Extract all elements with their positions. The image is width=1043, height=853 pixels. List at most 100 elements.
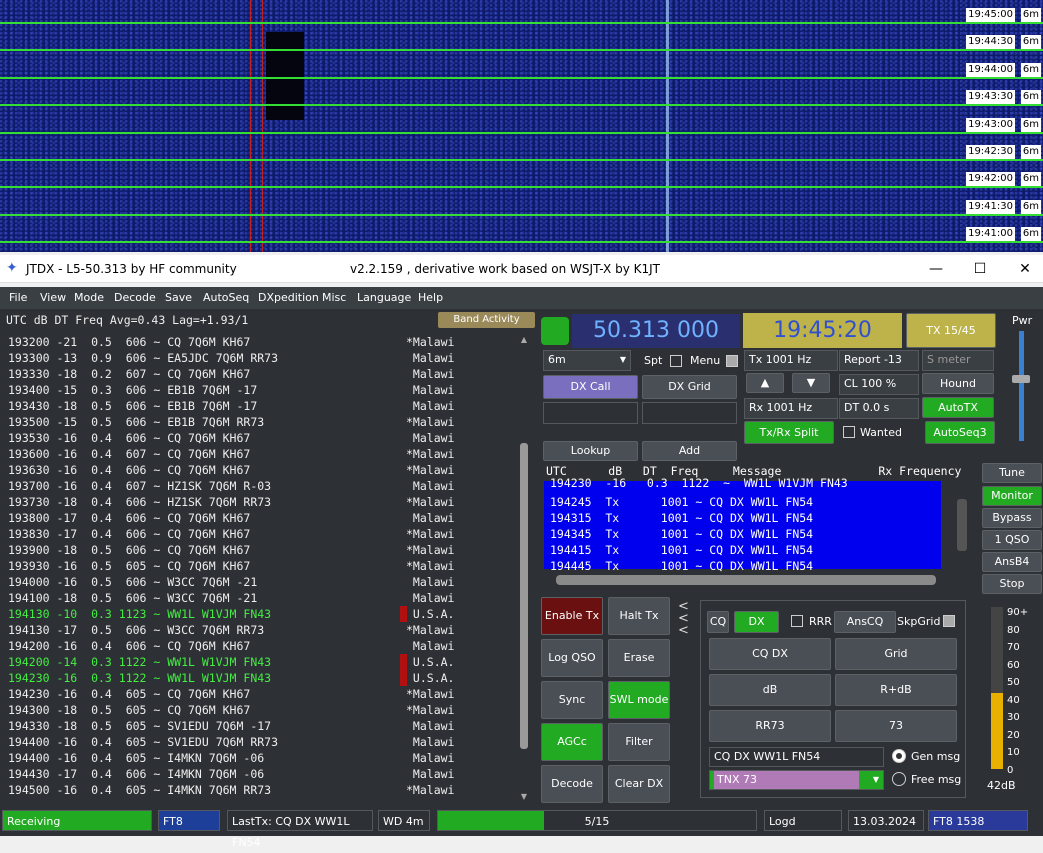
decode-row[interactable]: 194500 -16 0.4 605 ~ I4MKN 7Q6M RR73 *Mal… (8, 782, 518, 798)
decode-row[interactable]: 194430 -17 0.4 606 ~ I4MKN 7Q6M -06 Mala… (8, 766, 518, 782)
cl-spinbox[interactable]: CL 100 % (839, 374, 919, 395)
rdb-button[interactable]: R+dB (835, 674, 957, 706)
skpgrid-checkbox[interactable] (943, 615, 955, 627)
decode-row[interactable]: 194130 -17 0.5 606 ~ W3CC 7Q6M RR73 *Mala… (8, 622, 518, 638)
decode-row[interactable]: 194200 -14 0.3 1122 ~ WW1L W1VJM FN43 U.… (8, 654, 518, 670)
dx-call-button[interactable]: DX Call (543, 375, 638, 399)
filter-button[interactable]: Filter (608, 723, 670, 761)
dx-grid-input[interactable] (642, 402, 737, 424)
decode-row[interactable]: 193430 -18 0.5 606 ~ EB1B 7Q6M -17 Malaw… (8, 398, 518, 414)
autoseq-button[interactable]: AutoSeq3 (925, 421, 995, 444)
decode-row[interactable]: 193930 -16 0.5 605 ~ CQ 7Q6M KH67 *Malawi (8, 558, 518, 574)
menu-view[interactable]: View (40, 291, 66, 304)
decode-row[interactable]: 193830 -17 0.4 606 ~ CQ 7Q6M KH67 *Malawi (8, 526, 518, 542)
enable-tx-button[interactable]: Enable Tx (541, 597, 603, 635)
ansb4-button[interactable]: AnsB4 (982, 552, 1042, 572)
decode-row[interactable]: 193500 -15 0.5 606 ~ EB1B 7Q6M RR73 *Mala… (8, 414, 518, 430)
down-button[interactable]: ▼ (792, 373, 830, 393)
menu-dxpedition[interactable]: DXpedition (258, 291, 319, 304)
frequency-display[interactable]: 50.313 000 (572, 314, 740, 348)
sync-button[interactable]: Sync (541, 681, 603, 719)
decode-row[interactable]: 194100 -18 0.5 606 ~ W3CC 7Q6M -21 Malaw… (8, 590, 518, 606)
menu-autoseq[interactable]: AutoSeq (203, 291, 249, 304)
wanted-checkbox[interactable] (843, 426, 855, 438)
menu-decode[interactable]: Decode (114, 291, 156, 304)
pwr-slider-track[interactable] (1019, 331, 1024, 441)
menu-misc[interactable]: Misc (322, 291, 346, 304)
smeter-field[interactable]: S meter (922, 350, 994, 371)
scrollbar-thumb[interactable] (520, 443, 528, 749)
decode-row[interactable]: 194400 -16 0.4 605 ~ SV1EDU 7Q6M RR73 Ma… (8, 734, 518, 750)
arrows-icon[interactable]: < < < (678, 600, 689, 637)
menu-language[interactable]: Language (357, 291, 411, 304)
log-qso-button[interactable]: Log QSO (541, 639, 603, 677)
lookup-button[interactable]: Lookup (543, 441, 638, 461)
free-msg-select[interactable]: TNX 73 ▼ (709, 770, 884, 790)
monitor-button[interactable]: Monitor (982, 486, 1042, 506)
decode-row[interactable]: 193700 -16 0.4 607 ~ HZ1SK 7Q6M R-03 Mal… (8, 478, 518, 494)
rx-list-hscrollbar[interactable] (556, 575, 936, 585)
decode-row[interactable]: 193400 -15 0.3 606 ~ EB1B 7Q6M -17 Malaw… (8, 382, 518, 398)
cq-button[interactable]: CQ (707, 611, 729, 633)
rx-frequency-list[interactable]: 194230 -16 0.3 1122 ~ WW1L W1VJM FN43 19… (544, 476, 941, 573)
up-button[interactable]: ▲ (746, 373, 784, 393)
rx-freq-spinbox[interactable]: Rx 1001 Hz (744, 398, 838, 419)
decode-row[interactable]: 193600 -16 0.4 607 ~ CQ 7Q6M KH67 *Malawi (8, 446, 518, 462)
tx-period-button[interactable]: TX 15/45 (906, 313, 996, 348)
erase-button[interactable]: Erase (608, 639, 670, 677)
decode-row[interactable]: 194330 -18 0.5 605 ~ SV1EDU 7Q6M -17 Mal… (8, 718, 518, 734)
minimize-icon[interactable]: — (925, 258, 947, 280)
halt-tx-button[interactable]: Halt Tx (608, 597, 670, 635)
rrr-checkbox[interactable] (791, 615, 803, 627)
decode-row[interactable]: 194400 -16 0.4 605 ~ I4MKN 7Q6M -06 Mala… (8, 750, 518, 766)
waterfall[interactable]: 19:45:00 6m 19:44:30 6m 19:44:00 6m 19:43:30 6m… (0, 0, 1043, 252)
add-button[interactable]: Add (642, 441, 737, 461)
rx-list-scrollbar[interactable] (957, 499, 967, 551)
free-msg-radio[interactable] (892, 772, 906, 786)
decode-row[interactable]: 193900 -18 0.5 606 ~ CQ 7Q6M KH67 *Malawi (8, 542, 518, 558)
cqdx-button[interactable]: CQ DX (709, 638, 831, 670)
hound-button[interactable]: Hound (922, 373, 994, 394)
decode-row[interactable]: 193630 -16 0.4 606 ~ CQ 7Q6M KH67 *Malawi (8, 462, 518, 478)
band-select[interactable]: 6m ▼ (543, 350, 631, 371)
menu-save[interactable]: Save (165, 291, 192, 304)
menu-file[interactable]: File (9, 291, 27, 304)
anscq-button[interactable]: AnsCQ (834, 611, 896, 633)
dx-grid-button[interactable]: DX Grid (642, 375, 737, 399)
pwr-slider-handle[interactable] (1012, 375, 1030, 383)
bypass-button[interactable]: Bypass (982, 508, 1042, 528)
dt-spinbox[interactable]: DT 0.0 s (839, 398, 919, 419)
clear-dx-button[interactable]: Clear DX (608, 765, 670, 803)
decode-row[interactable]: 193200 -21 0.5 606 ~ CQ 7Q6M KH67 *Malawi (8, 334, 518, 350)
tx-freq-spinbox[interactable]: Tx 1001 Hz (744, 350, 838, 371)
decode-row[interactable]: 194200 -16 0.4 606 ~ CQ 7Q6M KH67 Malawi (8, 638, 518, 654)
tune-button[interactable]: Tune (982, 463, 1042, 483)
autotx-button[interactable]: AutoTX (922, 397, 994, 418)
txrx-split-button[interactable]: Tx/Rx Split (744, 421, 834, 444)
decode-row[interactable]: 194130 -10 0.3 1123 ~ WW1L W1VJM FN43 U.… (8, 606, 518, 622)
maximize-icon[interactable]: ☐ (969, 258, 991, 280)
menu-help[interactable]: Help (418, 291, 443, 304)
gen-msg-radio[interactable] (892, 749, 906, 763)
rr73-button[interactable]: RR73 (709, 710, 831, 742)
dx-button[interactable]: DX (734, 611, 779, 633)
report-spinbox[interactable]: Report -13 (839, 350, 919, 371)
decode-row[interactable]: 194230 -16 0.3 1122 ~ WW1L W1VJM FN43 U.… (8, 670, 518, 686)
band-activity-label[interactable]: Band Activity (438, 312, 535, 328)
swl-mode-button[interactable]: SWL mode (608, 681, 670, 719)
db-button[interactable]: dB (709, 674, 831, 706)
decode-row[interactable]: 193800 -17 0.4 606 ~ CQ 7Q6M KH67 Malawi (8, 510, 518, 526)
spt-checkbox[interactable] (670, 355, 682, 367)
decode-row[interactable]: 194300 -18 0.5 605 ~ CQ 7Q6M KH67 *Malawi (8, 702, 518, 718)
decode-row[interactable]: 193300 -13 0.9 606 ~ EA5JDC 7Q6M RR73 Ma… (8, 350, 518, 366)
stop-button[interactable]: Stop (982, 574, 1042, 594)
decode-row[interactable]: 193530 -16 0.4 606 ~ CQ 7Q6M KH67 Malawi (8, 430, 518, 446)
band-activity-scrollbar[interactable]: ▲ ▼ (518, 335, 530, 801)
menu-checkbox[interactable] (726, 355, 738, 367)
gen-msg-input[interactable]: CQ DX WW1L FN54 (709, 747, 884, 767)
grid-button[interactable]: Grid (835, 638, 957, 670)
dx-call-input[interactable] (543, 402, 638, 424)
one-qso-button[interactable]: 1 QSO (982, 530, 1042, 550)
menu-mode[interactable]: Mode (74, 291, 104, 304)
agcc-button[interactable]: AGCc (541, 723, 603, 761)
